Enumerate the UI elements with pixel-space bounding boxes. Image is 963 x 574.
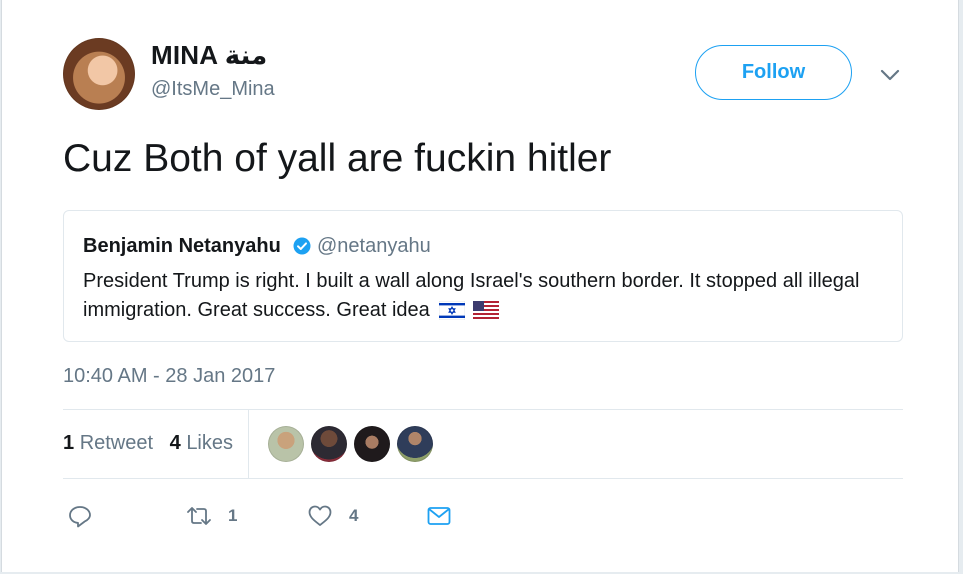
- chevron-down-icon[interactable]: [879, 64, 901, 86]
- retweet-stat[interactable]: 1 Retweet: [63, 432, 153, 455]
- verified-badge-icon: [293, 237, 311, 255]
- retweet-stat-label: Retweet: [79, 432, 154, 454]
- liker-avatar[interactable]: [397, 426, 433, 462]
- likes-stat-count: 4: [169, 432, 181, 454]
- tweet-text: Cuz Both of yall are fuckin hitler: [63, 137, 612, 180]
- message-icon: [427, 507, 451, 525]
- engagement-stats: 1 Retweet 4 Likes: [63, 432, 244, 455]
- reply-button[interactable]: [67, 500, 93, 532]
- stats-separator: [248, 410, 249, 478]
- israel-flag-icon: [439, 301, 466, 320]
- retweet-stat-count: 1: [63, 432, 75, 454]
- quoted-tweet-text: President Trump is right. I built a wall…: [83, 267, 883, 325]
- reply-icon: [69, 506, 91, 528]
- us-flag-icon: [472, 301, 499, 320]
- like-button[interactable]: 4: [307, 500, 358, 532]
- author-avatar[interactable]: [63, 38, 135, 110]
- direct-message-button[interactable]: [426, 500, 452, 532]
- author-name[interactable]: MINA منة: [151, 40, 267, 71]
- divider: [63, 478, 903, 479]
- follow-button[interactable]: Follow: [695, 45, 852, 100]
- likes-stat[interactable]: 4 Likes: [170, 432, 233, 455]
- like-icon: [308, 505, 332, 526]
- author-handle[interactable]: @ItsMe_Mina: [151, 78, 275, 101]
- quoted-text-body: President Trump is right. I built a wall…: [83, 270, 860, 321]
- quoted-author-name: Benjamin Netanyahu: [83, 235, 281, 257]
- likes-stat-label: Likes: [186, 432, 234, 454]
- retweet-count: 1: [228, 506, 238, 525]
- tweet-card: MINA منة @ItsMe_Mina Follow Cuz Both of …: [1, 0, 959, 572]
- liker-avatar[interactable]: [354, 426, 390, 462]
- divider: [63, 409, 903, 410]
- quoted-author-handle: @netanyahu: [317, 235, 431, 257]
- like-count: 4: [349, 506, 359, 525]
- retweet-button[interactable]: 1: [186, 500, 237, 532]
- liker-avatar[interactable]: [268, 426, 304, 462]
- quoted-tweet[interactable]: Benjamin Netanyahu @netanyahu President …: [63, 210, 903, 342]
- liker-avatar[interactable]: [311, 426, 347, 462]
- retweet-icon: [187, 507, 211, 525]
- tweet-timestamp[interactable]: 10:40 AM - 28 Jan 2017: [63, 365, 275, 388]
